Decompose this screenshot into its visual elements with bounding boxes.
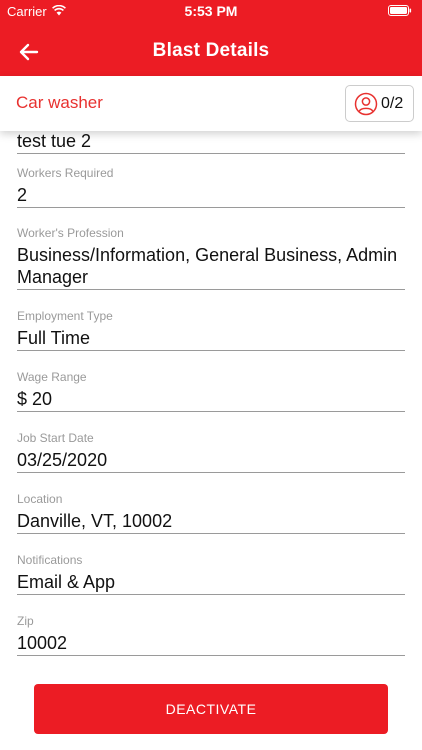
- location-field[interactable]: Location Danville, VT, 10002: [17, 492, 405, 534]
- profession-field[interactable]: Worker's Profession Business/Information…: [17, 226, 405, 290]
- job-title-value: test tue 2: [17, 131, 405, 154]
- person-icon: [354, 92, 378, 116]
- deactivate-button[interactable]: DEACTIVATE: [34, 684, 388, 734]
- app-header: Carrier 5:53 PM Blast Details: [0, 0, 422, 76]
- field-value: Full Time: [17, 327, 405, 351]
- field-value: Danville, VT, 10002: [17, 510, 405, 534]
- job-title-field[interactable]: test tue 2: [17, 131, 405, 154]
- blast-details-form: test tue 2 Workers Required 2 Worker's P…: [0, 131, 422, 671]
- field-label: Worker's Profession: [17, 226, 124, 240]
- workers-count: 0/2: [381, 95, 404, 112]
- field-label: Job Start Date: [17, 431, 94, 445]
- field-label: Workers Required: [17, 166, 114, 180]
- field-label: Location: [17, 492, 63, 506]
- notifications-field[interactable]: Notifications Email & App: [17, 553, 405, 595]
- status-bar: Carrier 5:53 PM: [0, 0, 422, 22]
- clock: 5:53 PM: [184, 3, 238, 19]
- field-value: 10002: [17, 632, 405, 656]
- field-value: $ 20: [17, 388, 405, 412]
- zip-field[interactable]: Zip 10002: [17, 614, 405, 656]
- workers-count-button[interactable]: 0/2: [345, 85, 414, 122]
- battery-icon: [388, 5, 412, 16]
- job-name: Car washer: [16, 93, 103, 112]
- employment-type-field[interactable]: Employment Type Full Time: [17, 309, 405, 351]
- job-start-date-field[interactable]: Job Start Date 03/25/2020: [17, 431, 405, 473]
- page-title: Blast Details: [152, 40, 270, 61]
- wage-range-field[interactable]: Wage Range $ 20: [17, 370, 405, 412]
- field-label: Zip: [17, 614, 34, 628]
- field-value: 03/25/2020: [17, 449, 405, 473]
- field-value: Email & App: [17, 571, 405, 595]
- field-value: Business/Information, General Business, …: [17, 244, 405, 290]
- field-label: Notifications: [17, 553, 83, 567]
- field-value: 2: [17, 184, 405, 208]
- workers-required-field[interactable]: Workers Required 2: [17, 166, 405, 208]
- field-label: Wage Range: [17, 370, 87, 384]
- field-label: Employment Type: [17, 309, 113, 323]
- job-summary-bar: Car washer 0/2: [0, 76, 422, 131]
